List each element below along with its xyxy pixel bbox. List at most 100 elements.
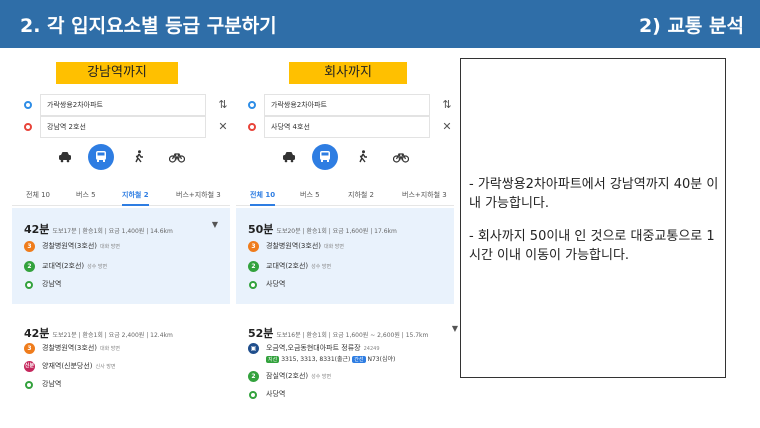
swap-icon[interactable]: ⇅ <box>440 97 454 113</box>
trunk-bus-tag: 간선 <box>352 356 366 363</box>
close-icon[interactable]: ✕ <box>216 119 230 135</box>
tab-bus[interactable]: 버스 5 <box>76 188 96 202</box>
bus-stop-icon: ▣ <box>248 343 259 354</box>
route-summary: 50분 도보20분 | 환승1회 | 요금 1,600원 | 17.6km <box>248 218 397 236</box>
tab-all[interactable]: 전체 10 <box>250 188 276 206</box>
start-marker-icon <box>24 101 32 109</box>
end-marker-icon <box>24 123 32 131</box>
tab-bus-subway[interactable]: 버스+지하철 3 <box>176 188 221 202</box>
step-direction: 성수 방면 <box>311 374 332 380</box>
start-location-field[interactable]: 가락쌍용2차아파트 <box>264 94 430 116</box>
tab-bus[interactable]: 버스 5 <box>300 188 320 202</box>
step-direction: 대화 방면 <box>100 346 120 352</box>
start-marker-icon <box>248 101 256 109</box>
car-icon[interactable] <box>276 144 302 170</box>
line-2-badge: 2 <box>248 371 259 382</box>
slide-title: 2. 각 입지요소별 등급 구분하기 <box>20 15 277 37</box>
tab-bus-subway[interactable]: 버스+지하철 3 <box>402 188 447 202</box>
bus-icon[interactable] <box>312 144 338 170</box>
tab-indicator <box>250 204 276 206</box>
route-panel-gangnam: 가락쌍용2차아파트 ⇅ 강남역 2호선 ✕ 전체 10 버스 5 지하철 2 버… <box>12 90 230 410</box>
route-summary: 42분 도보21분 | 환승1회 | 요금 2,400원 | 12.4km <box>24 322 173 340</box>
night-bus: N73(심야) <box>367 356 396 363</box>
step-station: 잠실역(2호선) <box>266 372 309 380</box>
tab-indicator <box>122 204 149 206</box>
route-option[interactable]: 42분 도보17분 | 환승1회 | 요금 1,400원 | 14.6km ▼ 3… <box>12 208 230 304</box>
route-duration: 42분 <box>24 327 50 340</box>
route-panel-company: 가락쌍용2차아파트 ⇅ 사당역 4호선 ✕ 전체 10 버스 5 지하철 2 버… <box>236 90 458 410</box>
route-meta: 도보17분 | 환승1회 | 요금 1,400원 | 14.6km <box>52 228 173 235</box>
start-location-row[interactable]: 가락쌍용2차아파트 ⇅ <box>236 94 454 116</box>
step-station: 경찰병원역(3호선) <box>266 242 321 250</box>
end-location-field[interactable]: 강남역 2호선 <box>40 116 206 138</box>
route-summary: 52분 도보16분 | 환승1회 | 요금 1,600원 ~ 2,600원 | 1… <box>248 322 429 340</box>
route-meta: 도보20분 | 환승1회 | 요금 1,600원 | 17.6km <box>276 228 397 235</box>
step-station: 양재역(신분당선) <box>42 362 93 370</box>
route-meta: 도보21분 | 환승1회 | 요금 2,400원 | 12.4km <box>52 332 173 339</box>
route-duration: 52분 <box>248 327 274 340</box>
end-location-row[interactable]: 강남역 2호선 ✕ <box>12 116 230 138</box>
route-option[interactable]: 50분 도보20분 | 환승1회 | 요금 1,600원 | 17.6km 3 경… <box>236 208 454 304</box>
end-location-row[interactable]: 사당역 4호선 ✕ <box>236 116 454 138</box>
step-station: 강남역 <box>42 280 62 288</box>
tab-subway[interactable]: 지하철 2 <box>348 188 374 202</box>
step-direction: 성수 방면 <box>311 264 332 270</box>
bike-icon[interactable] <box>164 144 190 170</box>
bike-icon[interactable] <box>388 144 414 170</box>
step-station: 강남역 <box>42 380 62 388</box>
section-title: 2) 교통 분석 <box>638 15 744 37</box>
destination-marker-icon <box>249 391 257 399</box>
note-company: - 회사까지 50이내 인 것으로 대중교통으로 1시간 이내 이동이 가능합니… <box>469 229 715 263</box>
step-station: 경찰병원역(3호선) <box>42 242 97 250</box>
shinbundang-line-badge: 신분 <box>24 361 35 372</box>
analysis-notes-box: - 가락쌍용2차아파트에서 강남역까지 40분 이내 가능합니다. - 회사까지… <box>460 58 726 378</box>
step-station: 교대역(2호선) <box>42 262 85 270</box>
tab-subway[interactable]: 지하철 2 <box>122 188 149 206</box>
tab-all[interactable]: 전체 10 <box>26 188 50 202</box>
tag-gangnam: 강남역까지 <box>56 62 178 84</box>
step-station: 교대역(2호선) <box>266 262 309 270</box>
step-direction: 신사 방면 <box>95 364 116 370</box>
route-tabs: 전체 10 버스 5 지하철 2 버스+지하철 3 <box>12 188 230 206</box>
route-meta: 도보16분 | 환승1회 | 요금 1,600원 ~ 2,600원 | 15.7… <box>276 332 429 339</box>
step-direction: 대화 방면 <box>100 244 120 250</box>
car-icon[interactable] <box>52 144 78 170</box>
close-icon[interactable]: ✕ <box>440 119 454 135</box>
step-station: 오금역,오금동현대아파트 정류장 <box>266 344 361 352</box>
start-location-row[interactable]: 가락쌍용2차아파트 ⇅ <box>12 94 230 116</box>
step-station: 사당역 <box>266 390 286 398</box>
stop-number: 24249 <box>363 346 380 352</box>
step-direction: 대화 방면 <box>324 244 344 250</box>
start-location-field[interactable]: 가락쌍용2차아파트 <box>40 94 206 116</box>
bus-lines: 3315, 3313, 8331(출근) <box>281 356 351 363</box>
step-station: 사당역 <box>266 280 286 288</box>
route-summary: 42분 도보17분 | 환승1회 | 요금 1,400원 | 14.6km <box>24 218 173 236</box>
slide-header: 2. 각 입지요소별 등급 구분하기 2) 교통 분석 <box>0 0 760 48</box>
bus-icon[interactable] <box>88 144 114 170</box>
line-2-badge: 2 <box>248 261 259 272</box>
destination-marker-icon <box>25 381 33 389</box>
walk-icon[interactable] <box>126 144 152 170</box>
line-3-badge: 3 <box>24 343 35 354</box>
step-station: 경찰병원역(3호선) <box>42 344 97 352</box>
swap-icon[interactable]: ⇅ <box>216 97 230 113</box>
route-duration: 42분 <box>24 223 50 236</box>
step-direction: 성수 방면 <box>87 264 108 270</box>
transport-mode-row <box>52 144 202 170</box>
chevron-down-icon[interactable]: ▼ <box>212 220 218 229</box>
destination-marker-icon <box>249 281 257 289</box>
walk-icon[interactable] <box>350 144 376 170</box>
line-2-badge: 2 <box>24 261 35 272</box>
line-3-badge: 3 <box>24 241 35 252</box>
route-tabs: 전체 10 버스 5 지하철 2 버스+지하철 3 <box>236 188 454 206</box>
tag-company: 회사까지 <box>289 62 407 84</box>
destination-marker-icon <box>25 281 33 289</box>
end-location-field[interactable]: 사당역 4호선 <box>264 116 430 138</box>
chevron-down-icon[interactable]: ▼ <box>452 324 458 333</box>
branch-bus-tag: 지선 <box>266 356 280 363</box>
route-option[interactable]: 52분 도보16분 | 환승1회 | 요금 1,600원 ~ 2,600원 | 1… <box>236 312 458 410</box>
transport-mode-row <box>276 144 426 170</box>
route-option[interactable]: 42분 도보21분 | 환승1회 | 요금 2,400원 | 12.4km 3 경… <box>12 312 230 408</box>
note-gangnam: - 가락쌍용2차아파트에서 강남역까지 40분 이내 가능합니다. <box>469 177 719 211</box>
route-duration: 50분 <box>248 223 274 236</box>
